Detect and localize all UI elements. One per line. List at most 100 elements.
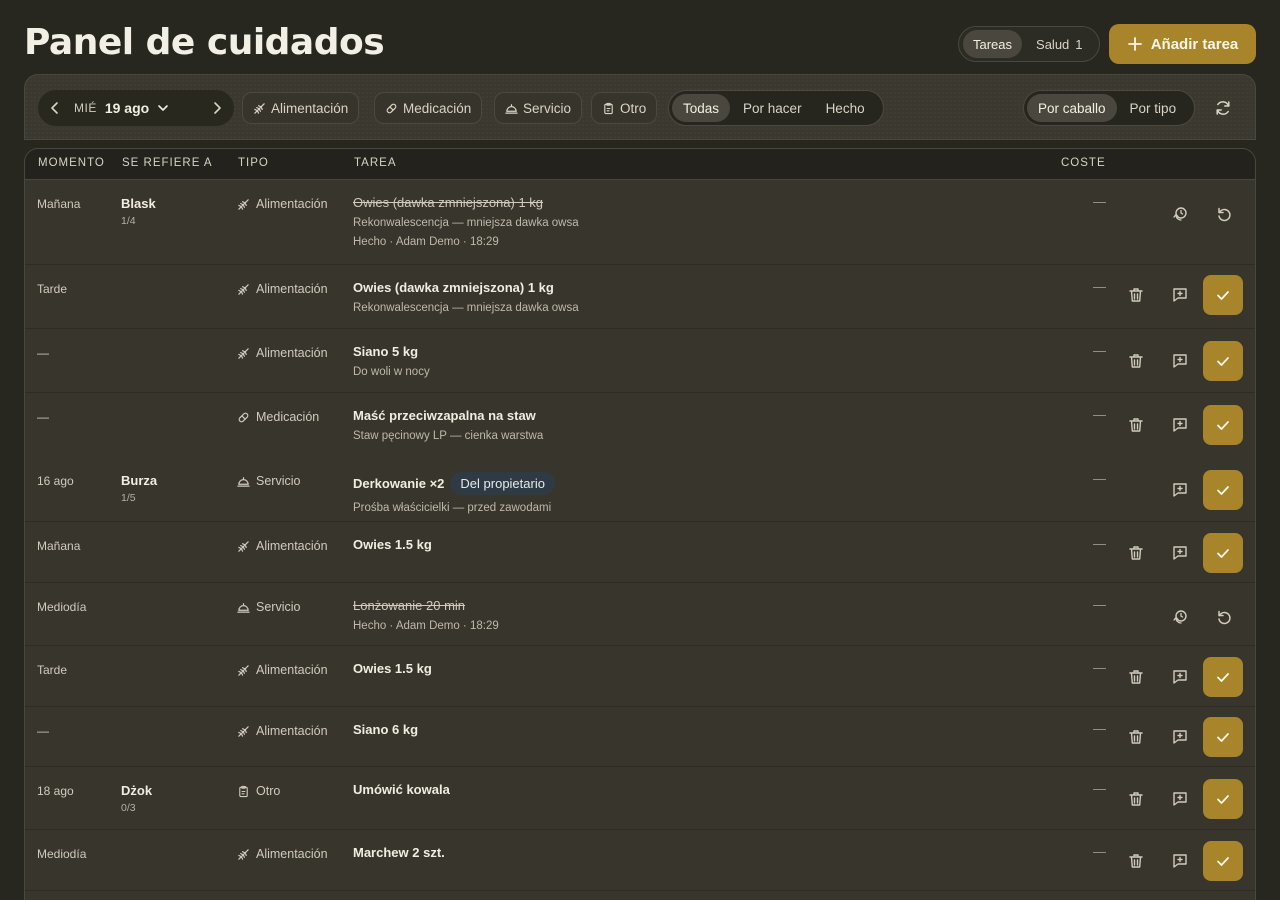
row-horse[interactable]: Burza 1/5 xyxy=(121,473,157,504)
filter-todas[interactable]: Todas xyxy=(672,94,731,122)
add-comment-button[interactable] xyxy=(1165,662,1195,692)
table-row: Tarde Alimentación Owies 1.5 kg — xyxy=(25,646,1255,707)
row-horse[interactable]: Dżok 0/3 xyxy=(121,783,152,814)
delete-button[interactable] xyxy=(1121,722,1151,752)
task-title: Owies (dawka zmniejszona) 1 kg xyxy=(353,280,579,295)
task-note: Staw pęcinowy LP — cienka warstwa xyxy=(353,430,544,442)
history-button[interactable] xyxy=(1165,602,1195,632)
row-task: Owies 1.5 kg xyxy=(353,537,432,552)
task-done-meta: Hecho · Adam Demo · 18:29 xyxy=(353,236,499,248)
grouping-switch: Por caballo Por tipo xyxy=(1023,90,1195,126)
chip-label: Servicio xyxy=(523,100,572,116)
date-picker[interactable]: MIÉ 19 ago xyxy=(72,100,200,116)
refresh-icon xyxy=(1216,101,1230,115)
add-comment-button[interactable] xyxy=(1165,846,1195,876)
add-comment-button[interactable] xyxy=(1165,475,1195,505)
group-por-tipo[interactable]: Por tipo xyxy=(1119,94,1188,122)
undo-button[interactable] xyxy=(1209,199,1239,229)
mark-done-button[interactable] xyxy=(1203,275,1243,315)
type-label: Alimentación xyxy=(256,663,328,677)
delete-button[interactable] xyxy=(1121,784,1151,814)
task-title: Owies (dawka zmniejszona) 1 kg xyxy=(353,195,579,210)
col-momento[interactable]: MOMENTO xyxy=(38,157,105,169)
row-cost: — xyxy=(1093,407,1106,422)
add-comment-button[interactable] xyxy=(1165,722,1195,752)
row-task: Marchew 2 szt. xyxy=(353,845,445,860)
chip-otro[interactable]: Otro xyxy=(591,92,658,124)
group-por-caballo[interactable]: Por caballo xyxy=(1027,94,1117,122)
next-day-button[interactable] xyxy=(200,90,234,126)
col-coste[interactable]: COSTE xyxy=(1061,157,1106,169)
mark-done-button[interactable] xyxy=(1203,841,1243,881)
tab-salud[interactable]: Salud 1 xyxy=(1026,30,1092,58)
row-when: Mañana xyxy=(37,197,81,211)
comment-add-icon xyxy=(1173,670,1187,684)
add-comment-button[interactable] xyxy=(1165,280,1195,310)
owner-badge: Del propietario xyxy=(450,472,555,495)
check-icon xyxy=(1217,673,1229,682)
tab-tareas[interactable]: Tareas xyxy=(963,30,1023,58)
delete-button[interactable] xyxy=(1121,662,1151,692)
table-row: Tarde Alimentación Owies (dawka zmniejszon… xyxy=(25,265,1255,329)
task-title: Lonżowanie 20 min xyxy=(353,598,499,613)
mark-done-button[interactable] xyxy=(1203,341,1243,381)
delete-button[interactable] xyxy=(1121,846,1151,876)
tab-label: Salud xyxy=(1036,36,1070,52)
delete-button[interactable] xyxy=(1121,280,1151,310)
row-task: Derkowanie ×2 Del propietario Prośba właśc… xyxy=(353,472,555,514)
col-se-refiere-a[interactable]: SE REFIERE A xyxy=(122,157,213,169)
pill-icon xyxy=(386,103,397,113)
horse-progress: 0/3 xyxy=(121,802,136,814)
mark-done-button[interactable] xyxy=(1203,779,1243,819)
task-note: Prośba właścicielki — przed zawodami xyxy=(353,502,552,514)
type-label: Otro xyxy=(256,784,281,798)
row-horse[interactable]: Blask 1/4 xyxy=(121,196,156,227)
add-comment-button[interactable] xyxy=(1165,346,1195,376)
add-comment-button[interactable] xyxy=(1165,784,1195,814)
trash-icon xyxy=(1129,792,1143,806)
add-comment-button[interactable] xyxy=(1165,538,1195,568)
filter-hecho[interactable]: Hecho xyxy=(815,94,876,122)
delete-button[interactable] xyxy=(1121,346,1151,376)
mark-done-button[interactable] xyxy=(1203,717,1243,757)
row-when: Tarde xyxy=(37,663,68,677)
task-title-text: Owies 1.5 kg xyxy=(353,661,432,676)
task-title-text: Derkowanie ×2 xyxy=(353,476,445,491)
filter-por-hacer[interactable]: Por hacer xyxy=(732,94,813,122)
row-task: Umówić kowala xyxy=(353,782,450,797)
task-title: Owies 1.5 kg xyxy=(353,661,432,676)
row-type: Alimentación xyxy=(237,847,328,861)
comment-add-icon xyxy=(1173,483,1187,497)
refresh-button[interactable] xyxy=(1210,95,1236,121)
chip-servicio[interactable]: Servicio xyxy=(494,92,583,124)
col-tarea[interactable]: TAREA xyxy=(354,157,397,169)
feed-icon xyxy=(254,102,265,114)
service-bell-icon xyxy=(237,476,250,487)
history-button[interactable] xyxy=(1165,199,1195,229)
mark-done-button[interactable] xyxy=(1203,470,1243,510)
row-task: Siano 6 kg xyxy=(353,722,418,737)
row-type: Alimentación xyxy=(237,346,328,360)
chip-alimentacion[interactable]: Alimentación xyxy=(242,92,360,124)
row-when: Tarde xyxy=(37,282,68,296)
add-task-button[interactable]: Añadir tarea xyxy=(1109,24,1256,64)
check-icon xyxy=(1217,733,1229,742)
row-type: Otro xyxy=(237,784,280,798)
mark-done-button[interactable] xyxy=(1203,405,1243,445)
delete-button[interactable] xyxy=(1121,538,1151,568)
row-cost: — xyxy=(1093,536,1106,551)
feed-icon xyxy=(238,848,249,860)
mark-done-button[interactable] xyxy=(1203,533,1243,573)
mark-done-button[interactable] xyxy=(1203,657,1243,697)
task-title-text: Lonżowanie 20 min xyxy=(353,598,466,613)
chip-medicacion[interactable]: Medicación xyxy=(374,92,483,124)
prev-day-button[interactable] xyxy=(38,90,72,126)
trash-icon xyxy=(1129,670,1143,684)
col-tipo[interactable]: TIPO xyxy=(238,157,269,169)
tasks-table: MOMENTO SE REFIERE A TIPO TAREA COSTE Ma… xyxy=(24,148,1256,900)
row-cost: — xyxy=(1093,471,1106,486)
undo-button[interactable] xyxy=(1209,602,1239,632)
add-comment-button[interactable] xyxy=(1165,410,1195,440)
task-title-text: Maść przeciwzapalna na staw xyxy=(353,408,536,423)
delete-button[interactable] xyxy=(1121,410,1151,440)
